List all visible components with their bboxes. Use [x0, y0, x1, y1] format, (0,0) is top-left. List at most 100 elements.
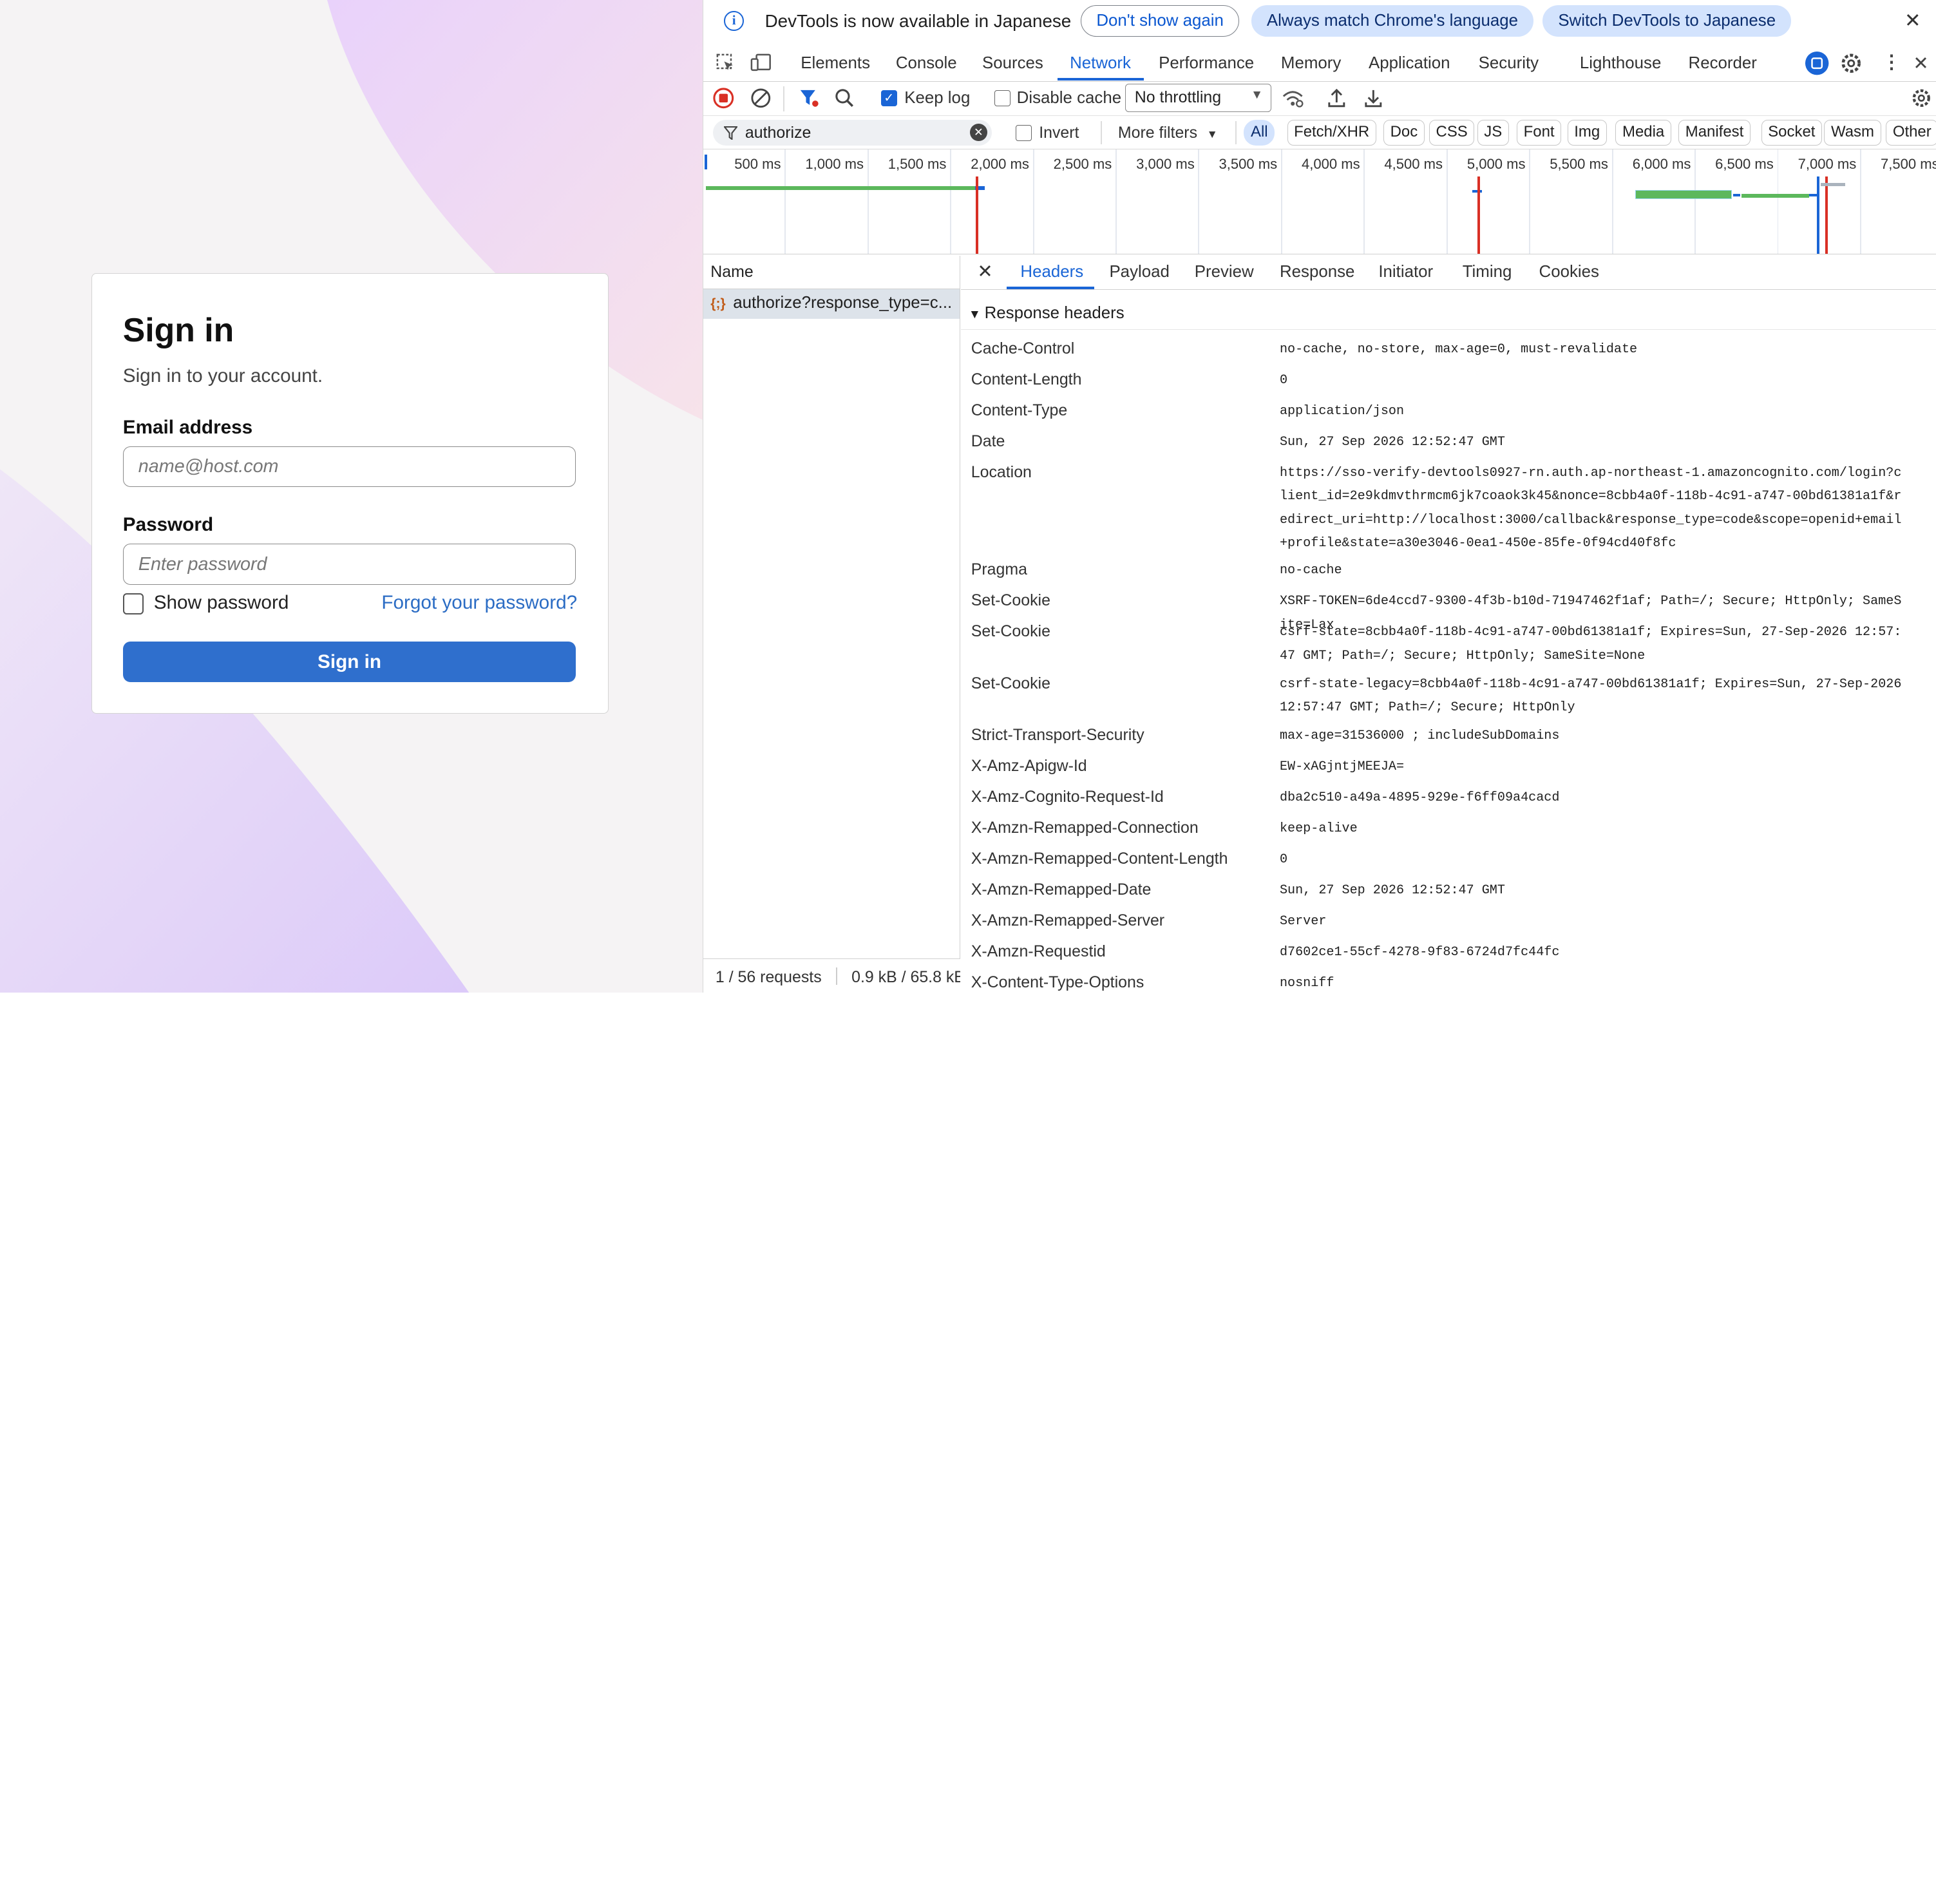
import-har-icon[interactable]: [1327, 88, 1347, 109]
more-options-icon[interactable]: ⋮: [1883, 51, 1901, 73]
invert-label: Invert: [1039, 123, 1079, 142]
keep-log-checkbox[interactable]: ✓: [880, 90, 897, 106]
tab-preview[interactable]: Preview: [1195, 263, 1254, 281]
header-value[interactable]: no-cache, no-store, max-age=0, must-reva…: [1280, 338, 1903, 361]
language-infobar: i DevTools is now available in Japanese …: [703, 0, 1936, 44]
timeline-tick-label: 6,500 ms: [1715, 155, 1774, 172]
show-password-checkbox[interactable]: [122, 593, 144, 614]
tab-lighthouse[interactable]: Lighthouse: [1580, 54, 1662, 73]
ai-assistance-icon[interactable]: [1805, 51, 1829, 75]
type-filter-other[interactable]: Other: [1886, 119, 1936, 146]
header-value[interactable]: dba2c510-a49a-4895-929e-f6ff09a4cacd: [1280, 786, 1903, 810]
request-bar-3-download: [1732, 193, 1741, 196]
tab-initiator[interactable]: Initiator: [1378, 263, 1433, 281]
header-value[interactable]: max-age=31536000 ; includeSubDomains: [1280, 725, 1903, 748]
signin-title: Sign in: [122, 311, 234, 349]
settings-gear-icon[interactable]: [1840, 52, 1863, 75]
tab-console[interactable]: Console: [896, 54, 957, 73]
filter-input[interactable]: authorize ✕: [713, 119, 992, 146]
type-filter-media[interactable]: Media: [1615, 119, 1671, 146]
tab-network[interactable]: Network: [1070, 54, 1131, 73]
tab-payload[interactable]: Payload: [1109, 263, 1169, 281]
export-har-icon[interactable]: [1363, 88, 1383, 109]
signin-button[interactable]: Sign in: [122, 641, 576, 683]
header-value[interactable]: Sun, 27 Sep 2026 12:52:47 GMT: [1280, 431, 1903, 454]
header-value[interactable]: nosniff: [1280, 972, 1903, 993]
header-value[interactable]: 0: [1280, 848, 1903, 871]
timeline-gridline: [1446, 149, 1448, 254]
devtools-panel: i DevTools is now available in Japanese …: [702, 0, 1936, 993]
tab-memory[interactable]: Memory: [1281, 54, 1341, 73]
type-filter-css[interactable]: CSS: [1428, 119, 1475, 146]
header-value[interactable]: Sun, 27 Sep 2026 12:52:47 GMT: [1280, 879, 1903, 902]
load-event-line-3: [1825, 176, 1828, 254]
password-field[interactable]: [122, 544, 576, 585]
header-value[interactable]: 0: [1280, 369, 1903, 392]
network-conditions-icon[interactable]: [1281, 88, 1304, 109]
header-value[interactable]: d7602ce1-55cf-4278-9f83-6724d7fc44fc: [1280, 941, 1903, 964]
forgot-password-link[interactable]: Forgot your password?: [381, 592, 577, 614]
tab-sources[interactable]: Sources: [982, 54, 1043, 73]
timeline-gridline: [1529, 149, 1531, 254]
clear-filter-icon[interactable]: ✕: [969, 123, 987, 141]
close-devtools-icon[interactable]: ✕: [1913, 52, 1928, 75]
switch-to-japanese-button[interactable]: Switch DevTools to Japanese: [1542, 5, 1792, 37]
response-headers-section[interactable]: ▼ Response headers: [961, 298, 1936, 330]
type-filter-manifest[interactable]: Manifest: [1678, 119, 1751, 146]
header-value[interactable]: EW-xAGjntjMEEJA=: [1280, 756, 1903, 779]
more-filters-dropdown[interactable]: More filters ▼: [1118, 124, 1218, 142]
invert-checkbox[interactable]: [1015, 124, 1032, 141]
header-value[interactable]: csrf-state=8cbb4a0f-118b-4c91-a747-00bd6…: [1280, 621, 1903, 668]
timeline-overview[interactable]: 500 ms 1,000 ms 1,500 ms 2,000 ms 2,500 ms 3,…: [703, 149, 1936, 254]
filter-icon[interactable]: [798, 88, 821, 109]
json-request-icon: {;}: [710, 296, 726, 312]
type-filter-doc[interactable]: Doc: [1383, 119, 1425, 146]
throttling-select[interactable]: No throttling ▼: [1125, 84, 1271, 113]
infobar-message: DevTools is now available in Japanese: [764, 11, 1072, 32]
close-infobar-icon[interactable]: ✕: [1904, 10, 1921, 32]
email-field[interactable]: [122, 446, 576, 488]
type-filter-wasm[interactable]: Wasm: [1824, 119, 1881, 146]
type-filter-img[interactable]: Img: [1567, 119, 1607, 146]
header-value[interactable]: keep-alive: [1280, 817, 1903, 841]
request-row[interactable]: {;} authorize?response_type=c...: [703, 289, 960, 319]
tab-recorder[interactable]: Recorder: [1689, 54, 1757, 73]
inspect-element-icon[interactable]: [716, 53, 735, 73]
tab-application[interactable]: Application: [1369, 54, 1450, 73]
tab-security[interactable]: Security: [1479, 54, 1539, 73]
header-name: Content-Type: [971, 401, 1068, 420]
header-value[interactable]: csrf-state-legacy=8cbb4a0f-118b-4c91-a74…: [1280, 673, 1903, 720]
network-settings-gear-icon[interactable]: [1911, 88, 1932, 109]
header-value[interactable]: https://sso-verify-devtools0927-rn.auth.…: [1280, 462, 1903, 556]
dont-show-again-button[interactable]: Don't show again: [1081, 5, 1239, 37]
type-filter-socket[interactable]: Socket: [1761, 119, 1823, 146]
transfer-size: 0.9 kB / 65.8 kB: [851, 967, 960, 986]
disable-cache-checkbox[interactable]: [994, 90, 1011, 106]
tab-timing[interactable]: Timing: [1463, 263, 1512, 281]
active-detail-tab-indicator: [1007, 286, 1095, 289]
disable-cache-label: Disable cache: [1016, 89, 1122, 108]
name-column-header[interactable]: Name: [703, 256, 960, 289]
type-filter-font[interactable]: Font: [1517, 119, 1562, 146]
header-value[interactable]: application/json: [1280, 400, 1903, 423]
type-filter-fetch-xhr[interactable]: Fetch/XHR: [1287, 119, 1376, 146]
timeline-tick-label: 4,000 ms: [1301, 155, 1360, 172]
type-filter-js[interactable]: JS: [1477, 119, 1509, 146]
search-icon[interactable]: [834, 88, 855, 109]
match-chrome-language-button[interactable]: Always match Chrome's language: [1251, 5, 1534, 37]
tab-elements[interactable]: Elements: [801, 54, 870, 73]
header-value[interactable]: no-cache: [1280, 559, 1903, 582]
header-name: X-Amz-Cognito-Request-Id: [971, 788, 1164, 806]
tab-performance[interactable]: Performance: [1159, 54, 1254, 73]
tab-headers[interactable]: Headers: [1020, 263, 1083, 281]
device-toolbar-icon[interactable]: [750, 53, 773, 73]
load-event-line-1: [976, 176, 979, 254]
timeline-gridline: [950, 149, 952, 254]
clear-log-icon[interactable]: [750, 88, 772, 109]
tab-cookies[interactable]: Cookies: [1539, 263, 1599, 281]
stop-recording-icon[interactable]: [713, 88, 734, 109]
close-details-icon[interactable]: ✕: [977, 260, 992, 283]
tab-response[interactable]: Response: [1280, 263, 1354, 281]
type-filter-all[interactable]: All: [1244, 119, 1275, 146]
header-value[interactable]: Server: [1280, 910, 1903, 933]
